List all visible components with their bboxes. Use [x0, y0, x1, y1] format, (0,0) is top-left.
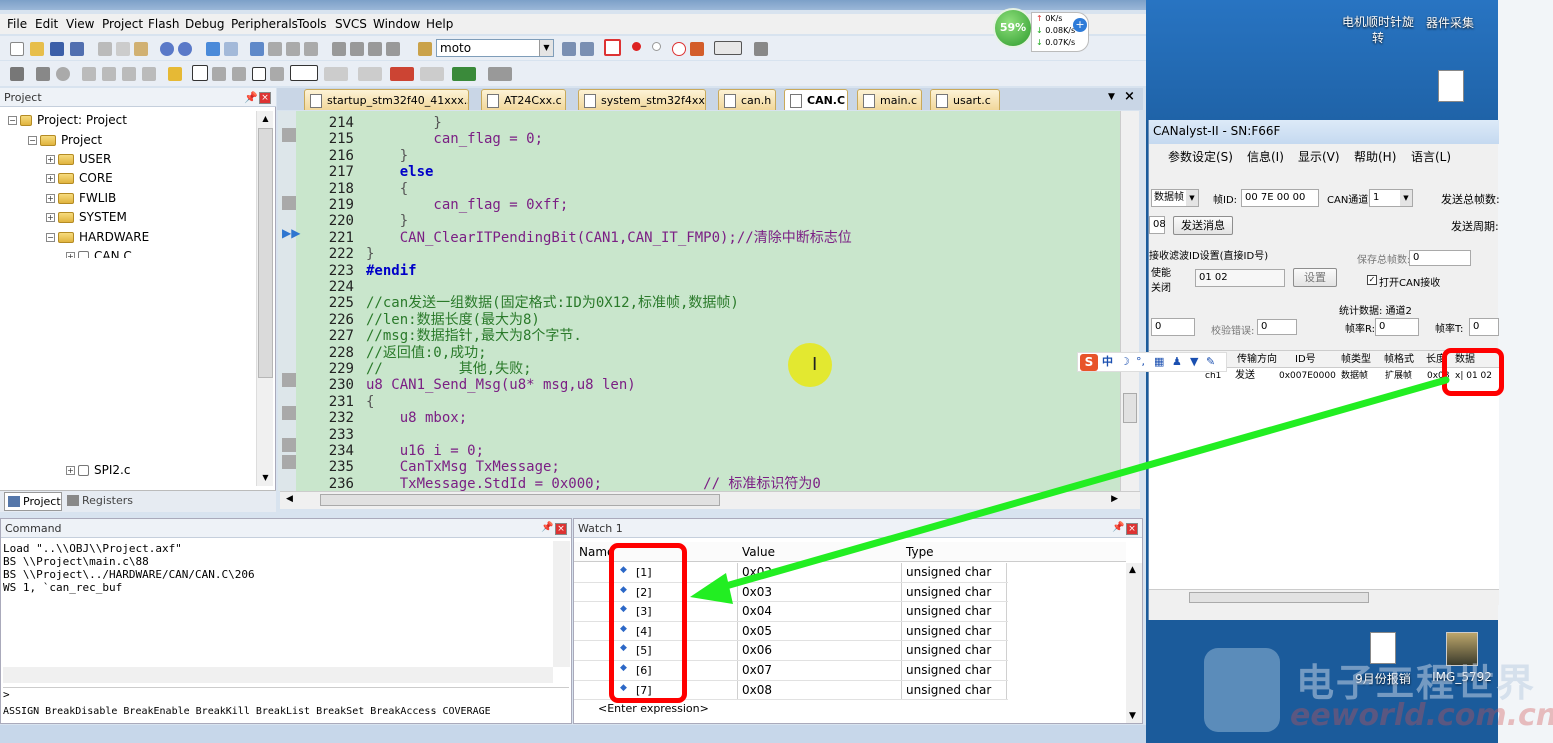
- arrow-head-icon: [690, 573, 733, 604]
- watermark-logo: [1204, 648, 1280, 732]
- watermark-site: eeworld.com.cn: [1290, 698, 1553, 733]
- arrow-shaft: [708, 376, 1450, 594]
- annotation-green-arrow: [690, 376, 1450, 604]
